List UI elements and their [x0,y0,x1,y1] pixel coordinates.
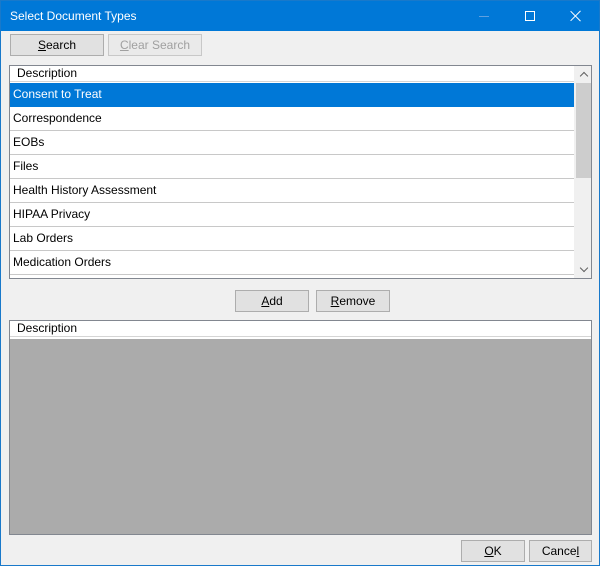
list-item[interactable]: Lab Orders [10,227,574,251]
maximize-icon [525,11,535,21]
available-grid-scrollbar[interactable] [574,66,591,278]
selected-document-types-grid[interactable]: Description [9,320,592,535]
search-button[interactable]: Search [10,34,104,56]
select-document-types-window: Select Document Types Search Clear Searc… [0,0,600,566]
close-icon [570,10,582,22]
list-item[interactable]: HIPAA Privacy [10,203,574,227]
cancel-label-prefix: Cance [541,544,577,558]
selected-grid-empty-area[interactable] [10,339,591,534]
scroll-thumb[interactable] [576,83,591,178]
add-label-rest: dd [269,294,283,308]
chevron-down-icon [579,263,588,273]
window-title: Select Document Types [10,9,137,23]
clear-search-label-rest: lear Search [128,38,191,52]
remove-button[interactable]: Remove [316,290,390,312]
scroll-up-button[interactable] [575,66,592,83]
remove-mnemonic: R [330,294,340,308]
maximize-button[interactable] [507,1,553,31]
list-item[interactable]: Consent to Treat [10,83,574,107]
scroll-down-button[interactable] [575,261,592,278]
list-item[interactable]: Files [10,155,574,179]
available-grid-column-header[interactable]: Description [10,66,574,82]
minimize-icon [479,15,489,17]
available-document-types-grid[interactable]: Description Consent to Treat Corresponden… [9,65,592,279]
ok-label-rest: K [493,544,502,558]
remove-label-rest: emove [339,294,376,308]
search-label-rest: earch [45,38,77,52]
ok-mnemonic: O [484,544,494,558]
ok-button[interactable]: OK [461,540,525,562]
list-item[interactable]: Health History Assessment [10,179,574,203]
clear-search-button[interactable]: Clear Search [108,34,202,56]
cancel-button[interactable]: Cance l [529,540,592,562]
list-item[interactable]: Medication Orders [10,251,574,275]
add-button[interactable]: Add [235,290,309,312]
clear-search-mnemonic: C [119,38,129,52]
add-mnemonic: A [261,294,270,308]
title-bar[interactable]: Select Document Types [1,1,599,31]
selected-grid-column-header[interactable]: Description [10,321,591,337]
list-item[interactable]: EOBs [10,131,574,155]
search-mnemonic: S [37,38,46,52]
chevron-up-icon [579,71,588,81]
list-item[interactable]: Correspondence [10,107,574,131]
cancel-mnemonic: l [576,544,580,558]
close-button[interactable] [553,1,599,31]
minimize-button[interactable] [461,1,507,31]
